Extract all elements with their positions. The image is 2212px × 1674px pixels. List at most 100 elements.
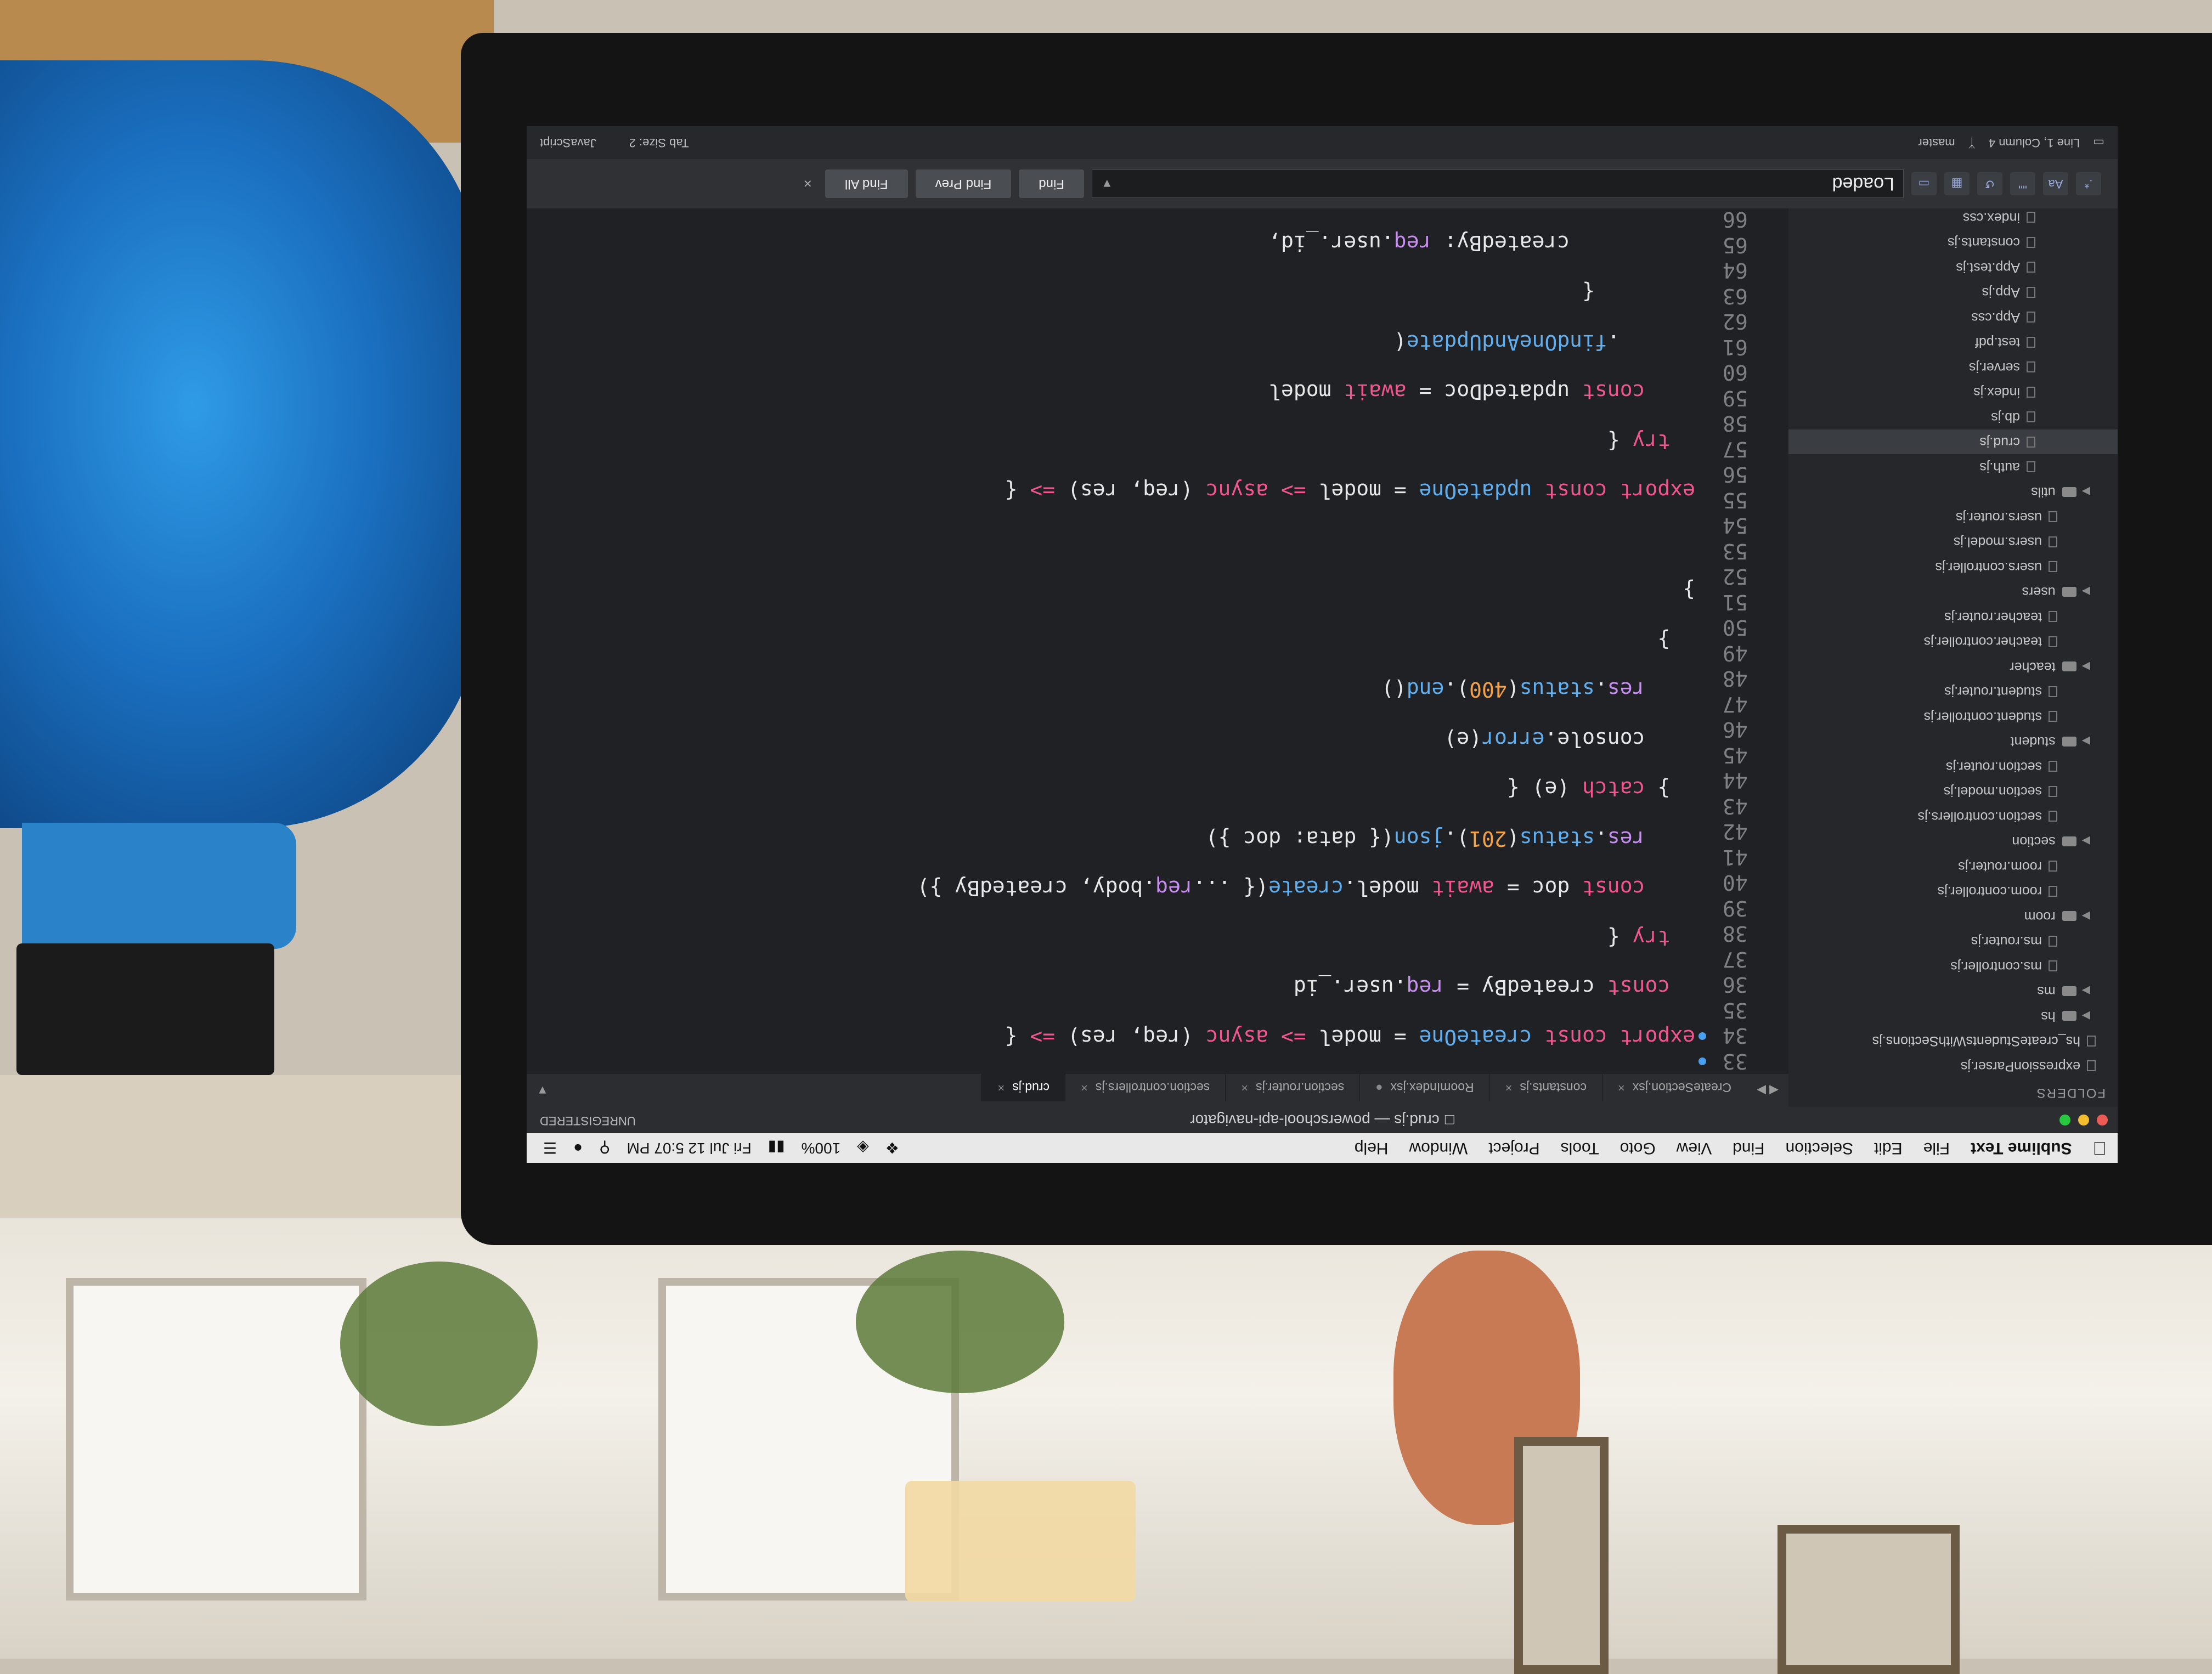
- sidebar-file[interactable]: ms.controller.js: [1788, 954, 2118, 979]
- tab-createsection[interactable]: CreateSection.jsx ×: [1601, 1074, 1747, 1101]
- wifi-icon[interactable]: ◈: [857, 1139, 869, 1157]
- menu-edit[interactable]: Edit: [1874, 1139, 1903, 1157]
- battery-icon[interactable]: ▮▮: [768, 1139, 785, 1157]
- find-history-icon[interactable]: ▼: [1101, 177, 1113, 191]
- find-prev-button[interactable]: Find Prev: [915, 169, 1012, 198]
- sidebar-file[interactable]: section.model.js: [1788, 779, 2118, 804]
- sidebar-file[interactable]: section.controllers.js: [1788, 804, 2118, 829]
- close-tab-icon[interactable]: ×: [997, 1081, 1005, 1095]
- spotlight-icon[interactable]: ⚲: [599, 1139, 611, 1157]
- menu-help[interactable]: Help: [1355, 1139, 1389, 1157]
- menu-find[interactable]: Find: [1733, 1139, 1764, 1157]
- apple-icon[interactable]: : [2093, 1138, 2107, 1159]
- close-tab-icon[interactable]: ×: [1505, 1081, 1513, 1095]
- tab-overflow-icon[interactable]: ▼: [527, 1083, 558, 1098]
- sidebar-file[interactable]: index.js: [1788, 380, 2118, 405]
- sidebar-folder[interactable]: ▶ room: [1788, 904, 2118, 929]
- sidebar-file[interactable]: App.css: [1788, 305, 2118, 330]
- wrap-toggle-icon[interactable]: ↺: [1977, 172, 2002, 195]
- sidebar-file[interactable]: users.model.js: [1788, 529, 2118, 555]
- regex-toggle[interactable]: .*: [2076, 172, 2101, 195]
- tab-crud[interactable]: crud.js ×: [981, 1074, 1065, 1101]
- sidebar-folder[interactable]: ▶ teacher: [1788, 654, 2118, 680]
- close-tab-icon[interactable]: ×: [1241, 1081, 1248, 1095]
- sidebar-file[interactable]: teacher.router.js: [1788, 604, 2118, 630]
- sidebar-file[interactable]: users.router.js: [1788, 505, 2118, 530]
- code-text[interactable]: export const createOne = model => async …: [917, 126, 1696, 1074]
- cursor-position: Line 1, Column 4: [1988, 136, 2080, 150]
- sidebar-file[interactable]: App.test.js: [1788, 255, 2118, 280]
- sidebar-file[interactable]: crud.js: [1788, 429, 2118, 455]
- whole-word-toggle[interactable]: "": [2010, 172, 2035, 195]
- menu-project[interactable]: Project: [1488, 1139, 1539, 1157]
- syntax-mode[interactable]: JavaScript: [540, 135, 596, 150]
- zoom-window-icon[interactable]: [2059, 1115, 2070, 1126]
- dropbox-icon[interactable]: ❖: [885, 1139, 899, 1157]
- menubar-clock[interactable]: Fri Jul 12 5:07 PM: [627, 1139, 752, 1157]
- close-tab-icon[interactable]: ×: [1081, 1081, 1088, 1095]
- sidebar-folder[interactable]: ▶ users: [1788, 579, 2118, 604]
- menu-window[interactable]: Window: [1409, 1139, 1468, 1157]
- sidebar-file[interactable]: teacher.controller.js: [1788, 629, 2118, 654]
- highlight-matches-toggle-icon[interactable]: ▭: [1911, 172, 1937, 195]
- tab-roomindex[interactable]: RoomIndex.jsx ●: [1359, 1074, 1489, 1101]
- sidebar-file[interactable]: room.router.js: [1788, 854, 2118, 879]
- siri-icon[interactable]: ●: [573, 1139, 583, 1157]
- menu-view[interactable]: View: [1677, 1139, 1712, 1157]
- disclosure-arrow-icon[interactable]: ▶: [2082, 984, 2090, 998]
- disclosure-arrow-icon[interactable]: ▶: [2082, 834, 2090, 848]
- sidebar-folder[interactable]: ▶ section: [1788, 829, 2118, 854]
- find-input[interactable]: Loaded ▼: [1092, 169, 1904, 198]
- sidebar-file[interactable]: section.router.js: [1788, 754, 2118, 779]
- menu-goto[interactable]: Goto: [1620, 1139, 1656, 1157]
- disclosure-arrow-icon[interactable]: ▶: [2082, 734, 2090, 748]
- git-branch[interactable]: master: [1918, 135, 1955, 150]
- sidebar-file[interactable]: expressionParser.js: [1788, 1054, 2118, 1079]
- sidebar-folder[interactable]: ▶ hs: [1788, 1004, 2118, 1029]
- sidebar-file[interactable]: server.js: [1788, 355, 2118, 380]
- sidebar-file[interactable]: users.controller.js: [1788, 555, 2118, 580]
- in-selection-toggle-icon[interactable]: ▦: [1944, 172, 1970, 195]
- sidebar-file[interactable]: index.css: [1788, 205, 2118, 230]
- sidebar-file[interactable]: student.router.js: [1788, 679, 2118, 704]
- sidebar-file[interactable]: room.controller.js: [1788, 879, 2118, 904]
- battery-percent[interactable]: 100%: [802, 1139, 841, 1157]
- sidebar-folder[interactable]: ▶ student: [1788, 729, 2118, 754]
- case-sensitive-toggle[interactable]: Aa: [2043, 172, 2068, 195]
- tab-constants[interactable]: constants.js ×: [1489, 1074, 1602, 1101]
- sidebar-file[interactable]: hs_createStudentsWithSections.js: [1788, 1028, 2118, 1054]
- disclosure-arrow-icon[interactable]: ▶: [2082, 1009, 2090, 1023]
- sidebar-folder[interactable]: ▶ utils: [1788, 479, 2118, 505]
- sidebar-file[interactable]: student.controller.js: [1788, 704, 2118, 729]
- file-icon: [2027, 212, 2035, 223]
- menu-file[interactable]: File: [1923, 1139, 1950, 1157]
- find-button[interactable]: Find: [1019, 169, 1084, 198]
- menu-app-name[interactable]: Sublime Text: [1971, 1139, 2072, 1157]
- sidebar-file[interactable]: constants.js: [1788, 230, 2118, 255]
- sidebar-file[interactable]: test.pdf: [1788, 330, 2118, 355]
- sidebar-file[interactable]: ms.router.js: [1788, 929, 2118, 954]
- panel-toggle-icon[interactable]: ▭: [2093, 135, 2104, 150]
- code-editor[interactable]: 33 34 35 36 37 38 39 40 41 42 43 44 45 46 47 48 49 50 51 52…: [527, 132, 1788, 1074]
- tab-section-router[interactable]: section.router.js ×: [1225, 1074, 1360, 1101]
- tab-section-controllers[interactable]: section.controllers.js ×: [1065, 1074, 1226, 1101]
- find-all-button[interactable]: Find All: [825, 169, 908, 198]
- close-tab-icon[interactable]: ×: [1618, 1081, 1625, 1095]
- disclosure-arrow-icon[interactable]: ▶: [2082, 909, 2090, 923]
- close-window-icon[interactable]: [2097, 1115, 2108, 1126]
- notification-center-icon[interactable]: ☰: [543, 1139, 557, 1157]
- menu-tools[interactable]: Tools: [1561, 1139, 1599, 1157]
- sidebar-file[interactable]: db.js: [1788, 405, 2118, 430]
- disclosure-arrow-icon[interactable]: ▶: [2082, 485, 2090, 499]
- disclosure-arrow-icon[interactable]: ▶: [2082, 660, 2090, 674]
- unsaved-dot-icon[interactable]: ●: [1375, 1081, 1383, 1095]
- sidebar-file[interactable]: App.js: [1788, 280, 2118, 305]
- disclosure-arrow-icon[interactable]: ▶: [2082, 585, 2090, 598]
- menu-selection[interactable]: Selection: [1786, 1139, 1853, 1157]
- minimize-window-icon[interactable]: [2078, 1115, 2089, 1126]
- close-find-icon[interactable]: ×: [804, 176, 812, 193]
- sidebar-folder[interactable]: ▶ ms: [1788, 979, 2118, 1004]
- sidebar-file[interactable]: auth.js: [1788, 455, 2118, 480]
- tab-size[interactable]: Tab Size: 2: [629, 135, 689, 150]
- tab-scroll-arrows-icon[interactable]: ◀ ▶: [1747, 1083, 1788, 1098]
